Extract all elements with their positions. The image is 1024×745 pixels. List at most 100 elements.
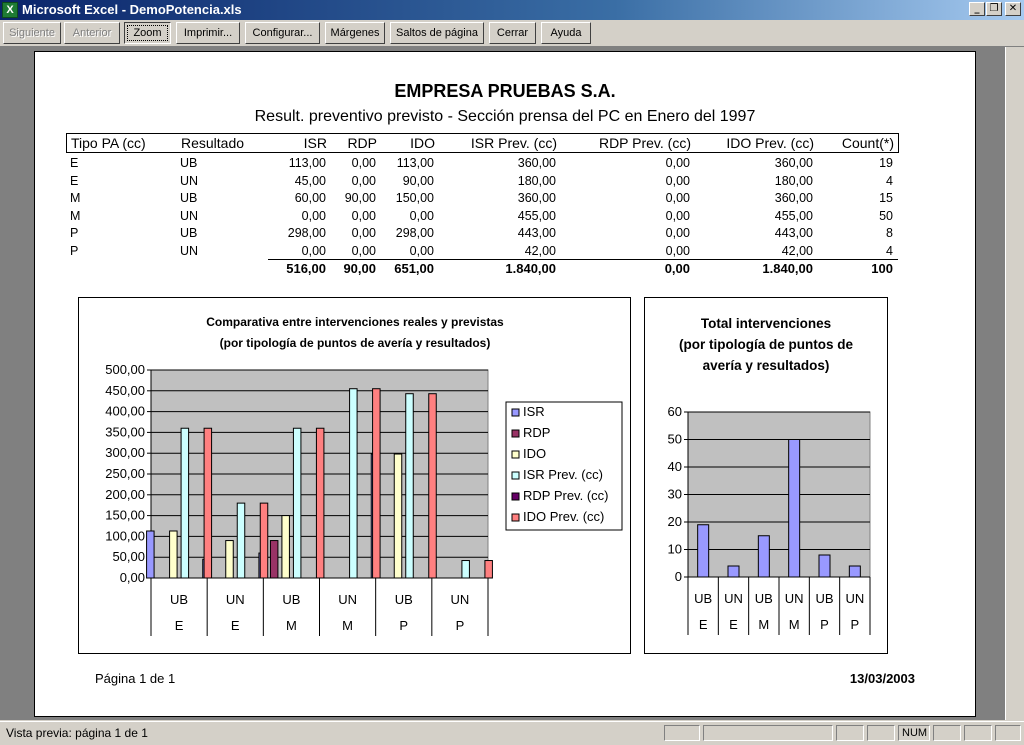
table-cell: 360,00 [517, 156, 556, 170]
header-rdp: RDP [347, 135, 377, 151]
table-cell: 298,00 [395, 226, 434, 240]
bar [169, 530, 178, 579]
y-tick-label: 300,00 [105, 445, 145, 460]
table-cell: UB [180, 191, 198, 205]
y-tick-label: 500,00 [105, 362, 145, 377]
table-cell: UN [180, 243, 199, 258]
company-name: EMPRESA PRUEBAS S.A. [394, 81, 616, 101]
status-panel [933, 725, 961, 741]
y-tick-label: 50,00 [112, 549, 145, 564]
category-label: UN [226, 592, 245, 607]
num-lock-indicator: NUM [898, 725, 930, 741]
page-breaks-button[interactable]: Saltos de página [390, 22, 484, 44]
total-cell: 651,00 [394, 261, 434, 276]
legend-swatch [511, 408, 520, 417]
header-tipo: Tipo PA (cc) [71, 135, 146, 151]
table-cell: 113,00 [396, 156, 434, 170]
print-button[interactable]: Imprimir... [176, 22, 240, 44]
table-cell: 0,00 [665, 156, 690, 170]
y-tick-label: 150,00 [105, 508, 145, 523]
status-text: Vista previa: página 1 de 1 [6, 726, 148, 740]
setup-button[interactable]: Configurar... [245, 22, 320, 44]
table-cell: 455,00 [774, 208, 813, 223]
close-button[interactable]: ✕ [1005, 2, 1021, 16]
help-button[interactable]: Ayuda [541, 22, 591, 44]
bar [757, 535, 770, 578]
table-cell: UB [180, 156, 198, 170]
legend-swatch [511, 429, 520, 438]
category-label: UB [395, 592, 413, 607]
bar [180, 427, 190, 579]
bar [146, 530, 155, 579]
total-chart: Total intervenciones (por tipología de pu… [644, 297, 888, 654]
table-cell: 0,00 [301, 243, 326, 258]
table-cell: 8 [886, 226, 893, 240]
table-cell: 150,00 [395, 191, 434, 205]
chart-title: Comparativa entre intervenciones reales … [206, 315, 504, 329]
margins-button[interactable]: Márgenes [325, 22, 385, 44]
excel-icon[interactable]: X [2, 2, 18, 18]
category-group-label: M [758, 617, 769, 632]
bar [372, 388, 381, 579]
legend-label: IDO Prev. (cc) [523, 509, 604, 524]
minimize-button[interactable]: _ [969, 2, 985, 16]
table-cell: 0,00 [351, 226, 376, 240]
bar [848, 565, 861, 578]
table-cell: 360,00 [774, 191, 813, 205]
y-tick-label: 40 [668, 459, 682, 474]
category-label: UB [170, 592, 188, 607]
zoom-button[interactable]: Zoom [124, 22, 171, 44]
status-panel [836, 725, 864, 741]
table-cell: M [70, 208, 81, 223]
category-label: UN [785, 591, 804, 606]
table-cell: 42,00 [524, 243, 556, 258]
vertical-scrollbar[interactable] [1005, 47, 1024, 720]
y-tick-label: 0,00 [120, 570, 145, 585]
category-label: UN [451, 592, 470, 607]
y-tick-label: 30 [668, 487, 682, 502]
legend-swatch [511, 471, 520, 480]
table-cell: 0,00 [351, 156, 376, 170]
table-cell: 180,00 [517, 173, 556, 188]
total-cell: 0,00 [664, 261, 690, 276]
header-count: Count(*) [841, 135, 894, 151]
bar [428, 393, 437, 579]
table-cell: 4 [886, 243, 893, 258]
status-bar: Vista previa: página 1 de 1 NUM [0, 721, 1024, 745]
next-page-button[interactable]: Siguiente [3, 22, 61, 44]
header-rdp-prev: RDP Prev. (cc) [598, 135, 691, 151]
table-cell: M [70, 191, 81, 205]
header-ido: IDO [410, 135, 435, 151]
category-group-label: P [399, 618, 408, 633]
category-label: UB [815, 591, 833, 606]
table-cell: 443,00 [517, 226, 556, 240]
title-bar: X Microsoft Excel - DemoPotencia.xls _ ❐… [0, 0, 1024, 20]
y-tick-label: 200,00 [105, 487, 145, 502]
bar [281, 515, 290, 579]
bar [697, 524, 710, 578]
page-number: Página 1 de 1 [95, 671, 176, 686]
table-cell: UB [180, 226, 198, 240]
restore-button[interactable]: ❐ [986, 2, 1002, 16]
table-cell: 0,00 [665, 226, 690, 240]
table-header: Tipo PA (cc) Resultado ISR RDP IDO ISR P… [66, 133, 899, 153]
legend-label: ISR [523, 404, 545, 419]
category-group-label: P [850, 617, 859, 632]
table-cell: 0,00 [351, 173, 376, 188]
total-cell: 1.840,00 [505, 261, 556, 276]
table-cell: 42,00 [781, 243, 813, 258]
category-group-label: M [789, 617, 800, 632]
chart-title: (por tipología de puntos de [679, 337, 853, 352]
close-preview-button[interactable]: Cerrar [489, 22, 536, 44]
table-cell: 360,00 [774, 156, 813, 170]
comparison-chart: Comparativa entre intervenciones reales … [78, 297, 631, 654]
table-cell: 15 [879, 191, 893, 205]
legend-swatch [511, 492, 520, 501]
status-panel [964, 725, 992, 741]
total-cell: 90,00 [343, 261, 376, 276]
legend-label: IDO [523, 446, 546, 461]
previous-page-button[interactable]: Anterior [64, 22, 120, 44]
table-cell: 90,00 [344, 191, 376, 205]
total-cell: 100 [871, 261, 893, 276]
table-cell: P [70, 226, 79, 240]
